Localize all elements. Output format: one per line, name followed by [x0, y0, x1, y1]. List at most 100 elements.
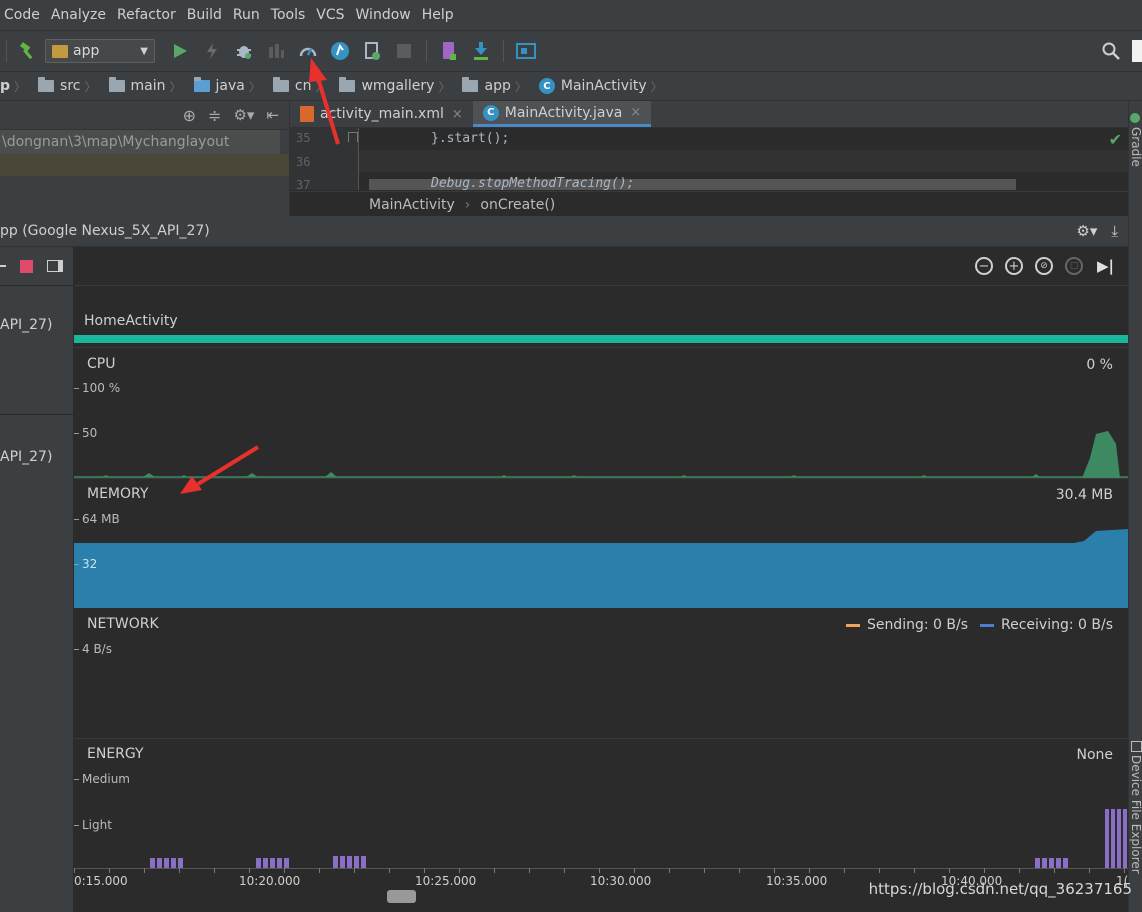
editor-crumb-class[interactable]: MainActivity: [369, 197, 455, 213]
run-config-select[interactable]: app ▼: [45, 39, 155, 63]
minus-icon[interactable]: [0, 265, 6, 267]
toolbar-separator: [503, 40, 504, 62]
network-section[interactable]: NETWORK Sending: 0 B/s Receiving: 0 B/s …: [74, 608, 1128, 738]
menu-refactor[interactable]: Refactor: [113, 0, 183, 30]
attach-debugger-icon[interactable]: [265, 40, 287, 62]
timeline-tick: [879, 868, 880, 873]
energy-bar: [1117, 809, 1121, 868]
firebase-icon[interactable]: [329, 40, 351, 62]
timeline-tick: [914, 868, 915, 873]
crumb-app[interactable]: app 〉: [458, 77, 534, 95]
project-structure-icon[interactable]: [515, 40, 537, 62]
sessions-toolbar: [0, 247, 73, 286]
project-selected-row[interactable]: [0, 154, 289, 176]
energy-section[interactable]: ENERGY None Medium Light: [74, 739, 1128, 868]
hammer-icon[interactable]: [18, 40, 40, 62]
profiler-icon[interactable]: [297, 40, 319, 62]
chevron-down-icon: ▼: [140, 45, 148, 57]
menu-analyze[interactable]: Analyze: [47, 0, 113, 30]
hide-panel-icon[interactable]: ⤓: [1111, 222, 1118, 240]
timeline-tick: [179, 868, 180, 873]
search-icon[interactable]: [1100, 40, 1122, 62]
timeline-tick: [564, 868, 565, 873]
chevron-right-icon: 〉: [14, 79, 27, 94]
menu-code[interactable]: Code: [0, 0, 47, 30]
zoom-out-icon[interactable]: −: [974, 257, 993, 275]
tab-activity-main-xml[interactable]: activity_main.xml ×: [290, 101, 473, 127]
timeline-axis-line: [74, 868, 1128, 869]
menu-bar: Code Analyze Refactor Build Run Tools VC…: [0, 0, 1142, 31]
collapse-all-icon[interactable]: ≑: [208, 106, 221, 125]
chevron-right-icon: 〉: [84, 79, 97, 94]
menu-tools[interactable]: Tools: [267, 0, 313, 30]
chevron-right-icon: 〉: [438, 79, 451, 94]
close-icon[interactable]: ×: [630, 105, 641, 120]
check-icon: ✔: [1108, 130, 1122, 149]
session-item[interactable]: API_27): [0, 317, 52, 333]
menu-vcs[interactable]: VCS: [312, 0, 351, 30]
menu-window[interactable]: Window: [352, 0, 418, 30]
memory-section[interactable]: MEMORY 30.4 MB 64 MB 32: [74, 479, 1128, 608]
code-area[interactable]: }.start(); Debug.stopMethodTracing(); ✔: [359, 128, 1128, 191]
crumb-cn-label: cn: [294, 78, 312, 94]
timeline-scroll-thumb[interactable]: [387, 890, 416, 903]
menu-help[interactable]: Help: [418, 0, 461, 30]
stop-icon[interactable]: [393, 40, 415, 62]
gear-icon[interactable]: ⚙▾: [1076, 222, 1097, 240]
device-file-explorer-icon: [1131, 741, 1142, 752]
crumb-main[interactable]: main 〉: [105, 77, 190, 95]
debug-icon[interactable]: [233, 40, 255, 62]
timeline-label: 10:35.000: [766, 874, 828, 888]
chevron-right-icon: 〉: [169, 79, 182, 94]
stop-session-icon[interactable]: [20, 259, 33, 273]
device-file-explorer-tab[interactable]: Device File Explorer: [1129, 755, 1142, 874]
crumb-root[interactable]: p 〉: [0, 78, 34, 95]
cpu-section[interactable]: CPU 0 % 100 % 50: [74, 348, 1128, 478]
activity-bar[interactable]: [74, 335, 1128, 343]
run-icon[interactable]: [169, 40, 191, 62]
locate-icon[interactable]: ⊕: [183, 106, 196, 125]
memory-area: [74, 529, 1128, 608]
chevron-right-icon: 〉: [248, 79, 261, 94]
chevron-right-icon: 〉: [514, 79, 527, 94]
close-icon[interactable]: ×: [452, 107, 463, 122]
chevron-right-icon: ›: [464, 196, 471, 213]
project-root-path[interactable]: \dongnan\3\map\Mychanglayout: [0, 130, 280, 154]
menu-build[interactable]: Build: [183, 0, 229, 30]
avd-manager-icon[interactable]: [438, 40, 460, 62]
apply-changes-icon[interactable]: [201, 40, 223, 62]
go-live-icon[interactable]: ▶|: [1097, 257, 1114, 275]
energy-bar: [171, 858, 176, 868]
activity-label[interactable]: HomeActivity: [84, 313, 178, 329]
crumb-mainactivity[interactable]: C MainActivity 〉: [535, 78, 671, 95]
energy-bar: [1063, 858, 1068, 868]
crumb-src[interactable]: src 〉: [34, 77, 104, 95]
class-icon: C: [482, 104, 499, 121]
timeline-tick: [214, 868, 215, 873]
tab-activity-main-xml-label: activity_main.xml: [320, 106, 444, 122]
gradle-tab[interactable]: Gradle: [1129, 127, 1142, 167]
crumb-cn[interactable]: cn 〉: [269, 77, 336, 95]
expand-pane-icon[interactable]: [47, 260, 63, 272]
fold-marker-icon[interactable]: [348, 132, 358, 142]
crumb-java[interactable]: java 〉: [190, 77, 269, 95]
crumb-wmgallery[interactable]: wmgallery 〉: [335, 77, 458, 95]
cpu-burst: [1082, 431, 1120, 478]
gear-icon[interactable]: ⚙▾: [233, 106, 254, 124]
menu-run[interactable]: Run: [229, 0, 267, 30]
session-item[interactable]: API_27): [0, 449, 52, 465]
toolbar-separator: [6, 40, 7, 62]
class-icon: C: [538, 78, 555, 94]
zoom-in-icon[interactable]: +: [1004, 257, 1023, 275]
timeline-tick: [249, 868, 250, 873]
zoom-to-selection-icon[interactable]: ▢: [1064, 257, 1083, 275]
sync-icon[interactable]: [361, 40, 383, 62]
sdk-manager-icon[interactable]: [470, 40, 492, 62]
editor-crumb-method[interactable]: onCreate(): [480, 197, 555, 213]
crumb-mainactivity-label: MainActivity: [560, 78, 647, 94]
hide-panel-icon[interactable]: ⇤: [266, 106, 279, 124]
reset-zoom-icon[interactable]: ⊘: [1034, 257, 1053, 275]
timeline-tick: [284, 868, 285, 873]
tab-mainactivity-java[interactable]: C MainActivity.java ×: [472, 101, 652, 127]
chevron-right-icon: 〉: [650, 79, 663, 94]
